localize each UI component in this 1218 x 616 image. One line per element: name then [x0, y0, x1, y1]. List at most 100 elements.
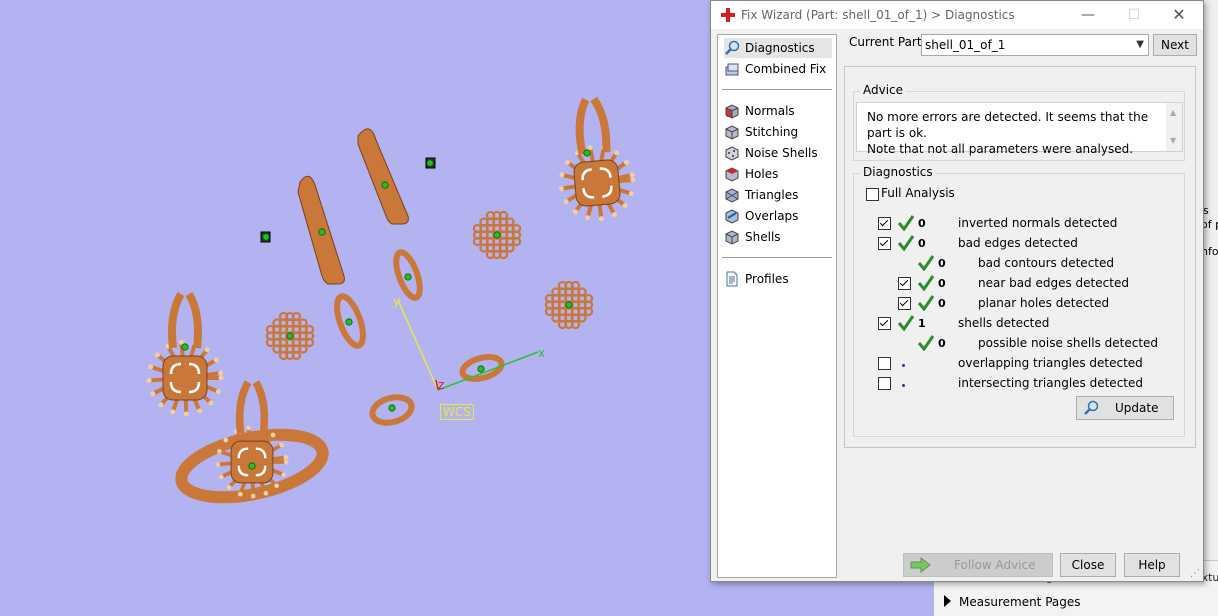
- part-center-marker: [477, 365, 485, 373]
- scroll-down-icon[interactable]: ▼: [1170, 133, 1176, 149]
- nav-item-stitching[interactable]: Stitching: [724, 122, 832, 142]
- diagnostic-checkbox[interactable]: [878, 217, 891, 230]
- fix-wizard-dialog: Fix Wizard (Part: shell_01_of_1) > Diagn…: [710, 0, 1204, 582]
- part-center-marker: [345, 318, 353, 326]
- diagnostics-legend: Diagnostics: [860, 165, 936, 179]
- advice-text: No more errors are detected. It seems th…: [867, 109, 1157, 157]
- diagnostic-checkbox[interactable]: [878, 317, 891, 330]
- diagnostic-label: bad edges detected: [958, 236, 1078, 250]
- diagnostic-count: 0: [918, 217, 926, 230]
- nav-item-overlaps[interactable]: Overlaps: [724, 206, 832, 226]
- full-analysis-checkbox[interactable]: [866, 188, 879, 201]
- nav-label: Shells: [745, 230, 781, 244]
- chevron-down-icon: ▼: [1136, 39, 1144, 50]
- part-center-marker: [493, 231, 501, 239]
- diagnostic-label: possible noise shells detected: [978, 336, 1159, 350]
- profiles-icon: [726, 271, 738, 287]
- overlaps-icon: [725, 209, 739, 224]
- current-part-select[interactable]: shell_01_of_1 ▼: [921, 34, 1149, 56]
- diagnostic-checkbox[interactable]: [878, 357, 891, 370]
- arrow-right-icon: [910, 557, 931, 573]
- diagnostic-label: shells detected: [958, 316, 1050, 330]
- stack-icon: [725, 63, 739, 76]
- advice-legend: Advice: [860, 83, 907, 97]
- part-center-marker: [318, 228, 326, 236]
- green-check-icon: [898, 215, 914, 231]
- diagnostic-label: bad contours detected: [978, 256, 1114, 270]
- y-axis-line[interactable]: [397, 299, 439, 391]
- wcs-label: WCS: [440, 404, 474, 420]
- nav-label: Combined Fix: [745, 62, 827, 76]
- diagnostic-label: overlapping triangles detected: [958, 356, 1143, 370]
- update-button[interactable]: Update: [1076, 396, 1174, 420]
- minimize-button[interactable]: —: [1073, 5, 1103, 25]
- measurement-pages-node[interactable]: Measurement Pages: [944, 595, 1081, 609]
- title-bar[interactable]: Fix Wizard (Part: shell_01_of_1) > Diagn…: [711, 1, 1203, 29]
- nav-label: Overlaps: [745, 209, 799, 223]
- diagnostic-count: 0: [938, 297, 946, 310]
- part-center-marker: [426, 159, 434, 167]
- resize-grip-icon[interactable]: ⋰: [1190, 568, 1200, 579]
- diagnostic-row: 0 bad edges detected: [854, 235, 1174, 254]
- wizard-nav: Diagnostics Combined Fix Normals Stitchi…: [717, 34, 837, 578]
- nav-item-holes[interactable]: Holes: [724, 164, 832, 184]
- full-analysis-label: Full Analysis: [881, 186, 955, 200]
- close-window-button[interactable]: ✕: [1164, 5, 1194, 25]
- advice-scrollbar[interactable]: ▲ ▼: [1166, 103, 1182, 151]
- help-button[interactable]: Help: [1124, 553, 1180, 577]
- diagnostic-row: 0 possible noise shells detected: [854, 335, 1174, 354]
- nav-separator: [722, 257, 832, 258]
- scroll-up-icon[interactable]: ▲: [1170, 105, 1176, 121]
- expand-triangle-icon[interactable]: [944, 595, 951, 607]
- green-check-icon: [918, 255, 934, 271]
- axis-label-y: y: [393, 294, 401, 308]
- ring-top-part[interactable]: [551, 96, 638, 225]
- diagnostic-checkbox[interactable]: [878, 377, 891, 390]
- nav-item-normals[interactable]: Normals: [724, 101, 832, 121]
- diagnostic-count: 1: [918, 317, 926, 330]
- diagnostic-count: 0: [918, 237, 926, 250]
- diagnostic-checkbox[interactable]: [878, 237, 891, 250]
- part-center-marker: [404, 273, 412, 281]
- diagnostic-checkbox[interactable]: [898, 297, 911, 310]
- nav-item-noise-shells[interactable]: Noise Shells: [724, 143, 832, 163]
- maximize-button[interactable]: ☐: [1119, 5, 1149, 25]
- shank-part-2[interactable]: [357, 128, 409, 225]
- nav-separator: [722, 89, 832, 90]
- close-button[interactable]: Close: [1060, 553, 1116, 577]
- measurement-pages-label: Measurement Pages: [959, 595, 1081, 609]
- update-button-label: Update: [1115, 401, 1159, 415]
- diagnostic-count: 0: [938, 277, 946, 290]
- diagnostic-row: overlapping triangles detected: [854, 356, 1174, 374]
- nav-item-combined-fix[interactable]: Combined Fix: [724, 59, 832, 79]
- nav-item-diagnostics[interactable]: Diagnostics: [724, 38, 832, 58]
- part-center-marker: [565, 301, 573, 309]
- diagnostic-count: 0: [938, 337, 946, 350]
- not-run-dot-icon: [902, 364, 905, 367]
- part-center-marker: [248, 462, 256, 470]
- advice-textbox[interactable]: No more errors are detected. It seems th…: [856, 102, 1183, 156]
- diagnostic-row: intersecting triangles detected: [854, 376, 1174, 394]
- diagnostic-checkbox[interactable]: [898, 277, 911, 290]
- advice-line-1: No more errors are detected. It seems th…: [867, 110, 1149, 140]
- current-part-label: Current Part:: [849, 35, 926, 49]
- diagnostic-label: planar holes detected: [978, 296, 1110, 310]
- follow-advice-label: Follow Advice: [954, 558, 1036, 572]
- nav-item-profiles[interactable]: Profiles: [724, 269, 832, 289]
- green-check-icon: [918, 275, 934, 291]
- follow-advice-button[interactable]: Follow Advice: [903, 553, 1053, 577]
- diagnostic-label: near bad edges detected: [978, 276, 1129, 290]
- nav-label: Triangles: [745, 188, 799, 202]
- nav-item-shells[interactable]: Shells: [724, 227, 832, 247]
- dialog-title: Fix Wizard (Part: shell_01_of_1) > Diagn…: [741, 8, 1015, 22]
- green-check-icon: [898, 235, 914, 251]
- triangles-icon: [725, 188, 739, 203]
- green-check-icon: [898, 315, 914, 331]
- diagnostics-group: Diagnostics Full Analysis 0 inverted norm…: [853, 165, 1185, 437]
- nav-item-triangles[interactable]: Triangles: [724, 185, 832, 205]
- axis-label-z: z: [438, 378, 445, 392]
- ring-top-part[interactable]: [146, 291, 224, 417]
- axis-label-x: x: [538, 346, 546, 360]
- nav-label: Noise Shells: [745, 146, 818, 160]
- next-button[interactable]: Next: [1153, 34, 1197, 56]
